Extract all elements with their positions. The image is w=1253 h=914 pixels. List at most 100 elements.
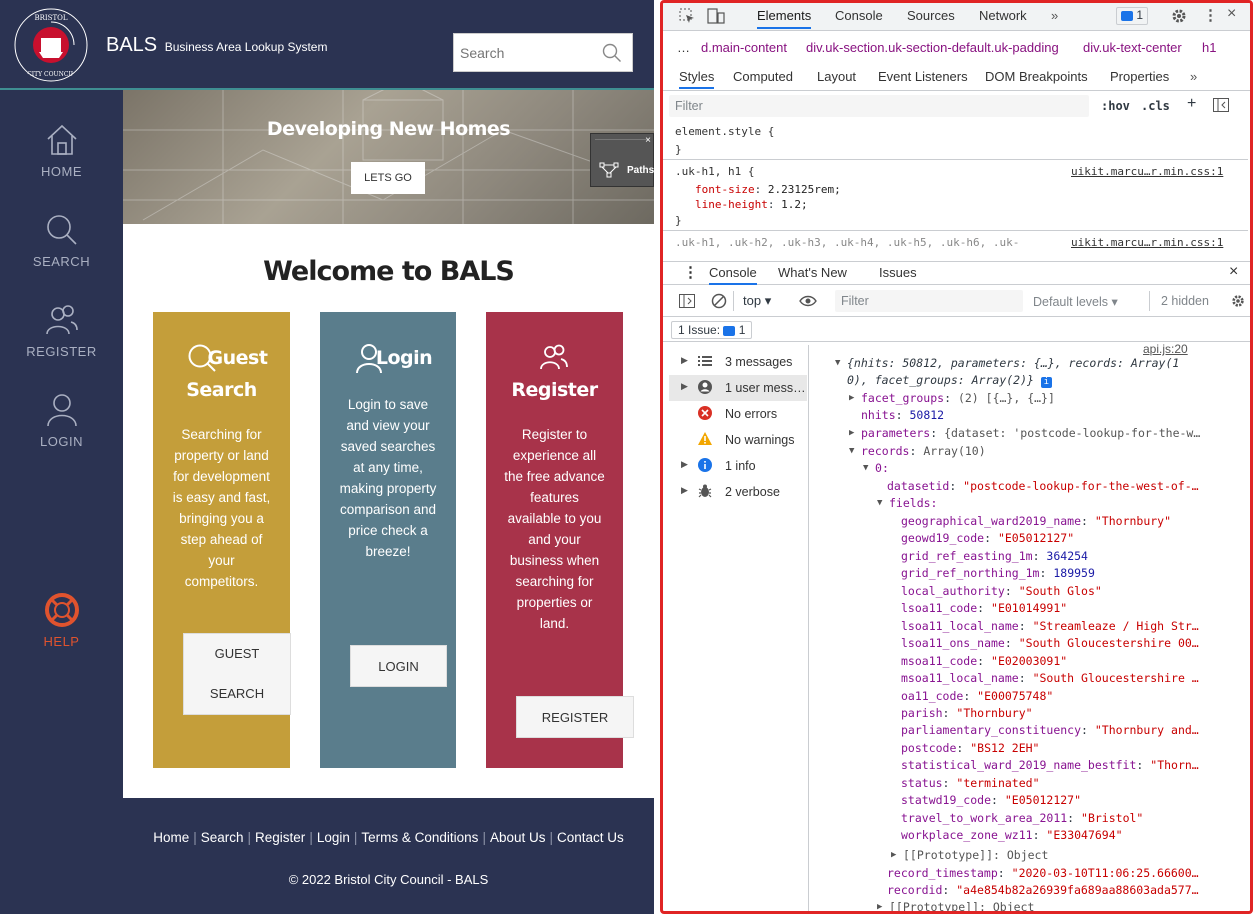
hov-toggle[interactable]: :hov (1101, 99, 1130, 113)
device-toolbar-icon[interactable] (707, 8, 725, 24)
field-entry[interactable]: oa11_code: "E00075748" (901, 688, 1053, 705)
field-entry[interactable]: statistical_ward_2019_name_bestfit: "Tho… (901, 757, 1199, 774)
paths-panel-handle[interactable] (595, 139, 649, 140)
nav-register[interactable]: REGISTER (0, 302, 123, 359)
record-index[interactable]: 0: (875, 460, 889, 477)
field-entry[interactable]: lsoa11_ons_name: "South Gloucestershire … (901, 635, 1199, 652)
footer-link-contact[interactable]: Contact Us (557, 830, 624, 845)
footer-link-home[interactable]: Home (153, 830, 189, 845)
issues-button[interactable]: 1 Issue: 1 (671, 321, 753, 339)
expand-arrow-icon[interactable]: ▶ (849, 425, 854, 442)
clear-console-icon[interactable] (711, 293, 727, 309)
log-object-summary-line1[interactable]: {nhits: 50812, parameters: {…}, records:… (847, 355, 1179, 372)
expand-arrow-icon[interactable]: ▶ (681, 381, 688, 392)
lets-go-button[interactable]: LETS GO (351, 162, 425, 194)
field-entry[interactable]: local_authority: "South Glos" (901, 583, 1102, 600)
field-entry[interactable]: statwd19_code: "E05012127" (901, 792, 1081, 809)
field-entry[interactable]: lsoa11_local_name: "Streamleaze / High S… (901, 618, 1199, 635)
expand-arrow-icon[interactable]: ▶ (877, 899, 882, 911)
expand-arrow-icon[interactable]: ▼ (849, 443, 854, 460)
nav-login[interactable]: LOGIN (0, 392, 123, 449)
field-entry[interactable]: geowd19_code: "E05012127" (901, 530, 1074, 547)
rule1-declaration-2[interactable]: line-height: 1.2; (695, 198, 808, 211)
register-button[interactable]: REGISTER (516, 696, 634, 738)
close-icon[interactable]: × (1227, 5, 1236, 23)
kebab-menu-icon[interactable]: ⋮ (1203, 6, 1218, 24)
subtab-event-listeners[interactable]: Event Listeners (878, 69, 968, 84)
expand-arrow-icon[interactable]: ▶ (681, 459, 688, 470)
footer-link-login[interactable]: Login (317, 830, 350, 845)
sidebar-info[interactable]: ▶ 1 info (669, 453, 807, 479)
inspect-element-icon[interactable] (679, 8, 695, 24)
site-search-input[interactable] (454, 34, 594, 71)
sidebar-toggle-icon[interactable] (679, 294, 695, 308)
prop-records[interactable]: records: Array(10) (861, 443, 986, 460)
expand-arrow-icon[interactable]: ▶ (849, 390, 854, 407)
footer-link-search[interactable]: Search (201, 830, 244, 845)
rule1-selector[interactable]: .uk-h1, h1 { (675, 165, 754, 178)
sidebar-warnings[interactable]: No warnings (669, 427, 807, 453)
guest-search-button[interactable]: GUEST SEARCH (183, 633, 291, 715)
prop-recordid[interactable]: recordid: "a4e854b82a26939fa689aa88603ad… (887, 882, 1199, 899)
nav-search[interactable]: SEARCH (0, 212, 123, 269)
more-tabs-chevron-icon[interactable]: » (1051, 8, 1058, 23)
sidebar-errors[interactable]: No errors (669, 401, 807, 427)
nav-help[interactable]: HELP (0, 592, 123, 649)
field-entry[interactable]: travel_to_work_area_2011: "Bristol" (901, 810, 1143, 827)
sidebar-messages[interactable]: ▶ 3 messages (669, 349, 807, 375)
paths-panel[interactable]: × Paths (590, 133, 654, 187)
search-icon[interactable] (602, 43, 622, 63)
field-entry[interactable]: workplace_zone_wz11: "E33047694" (901, 827, 1123, 844)
expand-arrow-icon[interactable]: ▶ (681, 355, 688, 366)
field-entry[interactable]: parliamentary_constituency: "Thornbury a… (901, 722, 1199, 739)
expand-arrow-icon[interactable]: ▼ (863, 460, 868, 477)
rule2-selector[interactable]: .uk-h1, .uk-h2, .uk-h3, .uk-h4, .uk-h5, … (675, 236, 1019, 249)
paths-close-icon[interactable]: × (645, 135, 651, 146)
footer-link-about[interactable]: About Us (490, 830, 546, 845)
drawer-menu-icon[interactable]: ⋮ (683, 263, 698, 281)
tab-sources[interactable]: Sources (907, 8, 955, 23)
tab-console[interactable]: Console (835, 8, 883, 23)
sidebar-user-messages[interactable]: ▶ 1 user mess… (669, 375, 807, 401)
breadcrumb-item[interactable]: d.main-content (701, 40, 787, 55)
field-entry[interactable]: postcode: "BS12 2EH" (901, 740, 1040, 757)
drawer-tab-whats-new[interactable]: What's New (778, 265, 847, 280)
expand-arrow-icon[interactable]: ▶ (891, 847, 896, 864)
prop-fields[interactable]: fields: (889, 495, 937, 512)
subtab-properties[interactable]: Properties (1110, 69, 1169, 84)
prop-parameters[interactable]: parameters: {dataset: 'postcode-lookup-f… (861, 425, 1200, 442)
subtab-dom-breakpoints[interactable]: DOM Breakpoints (985, 69, 1088, 84)
gear-icon[interactable] (1171, 8, 1187, 24)
prototype-entry[interactable]: [[Prototype]]: Object (903, 847, 1048, 864)
log-levels-dropdown[interactable]: Default levels ▾ (1033, 294, 1118, 309)
bristol-logo-icon[interactable]: BRISTOL CITY COUNCIL (14, 8, 88, 82)
issues-badge[interactable]: 1 (1116, 7, 1149, 25)
footer-link-terms[interactable]: Terms & Conditions (361, 830, 478, 845)
drawer-tab-console[interactable]: Console (709, 265, 757, 285)
prop-record-timestamp[interactable]: record_timestamp: "2020-03-10T11:06:25.6… (887, 865, 1199, 882)
prop-datasetid[interactable]: datasetid: "postcode-lookup-for-the-west… (887, 478, 1199, 495)
more-subtabs-chevron-icon[interactable]: » (1190, 69, 1197, 84)
login-button[interactable]: LOGIN (350, 645, 447, 687)
breadcrumb-item[interactable]: h1 (1202, 40, 1216, 55)
field-entry[interactable]: grid_ref_easting_1m: 364254 (901, 548, 1088, 565)
field-entry[interactable]: msoa11_local_name: "South Gloucestershir… (901, 670, 1199, 687)
breadcrumb-overflow[interactable]: … (677, 40, 690, 55)
site-search-box[interactable] (453, 33, 633, 72)
prop-facet-groups[interactable]: facet_groups: (2) [{…}, {…}] (861, 390, 1055, 407)
info-badge-icon[interactable]: i (1040, 377, 1052, 388)
rule2-source-link[interactable]: uikit.marcu…r.min.css:1 (1071, 236, 1223, 249)
toggle-sidebar-icon[interactable] (1213, 98, 1229, 112)
context-selector[interactable]: top ▾ (743, 293, 771, 309)
rule1-source-link[interactable]: uikit.marcu…r.min.css:1 (1071, 165, 1223, 178)
site-brand[interactable]: BALS Business Area Lookup System (106, 34, 327, 57)
subtab-styles[interactable]: Styles (679, 69, 715, 89)
field-entry[interactable]: msoa11_code: "E02003091" (901, 653, 1067, 670)
expand-arrow-icon[interactable]: ▼ (877, 495, 882, 512)
drawer-tab-issues[interactable]: Issues (879, 265, 917, 280)
footer-link-register[interactable]: Register (255, 830, 305, 845)
expand-arrow-icon[interactable]: ▼ (835, 355, 840, 372)
log-object-summary-line2[interactable]: 0), facet_groups: Array(2)} i (847, 372, 1052, 389)
console-settings-gear-icon[interactable] (1231, 294, 1245, 308)
prop-nhits[interactable]: nhits: 50812 (861, 407, 944, 424)
